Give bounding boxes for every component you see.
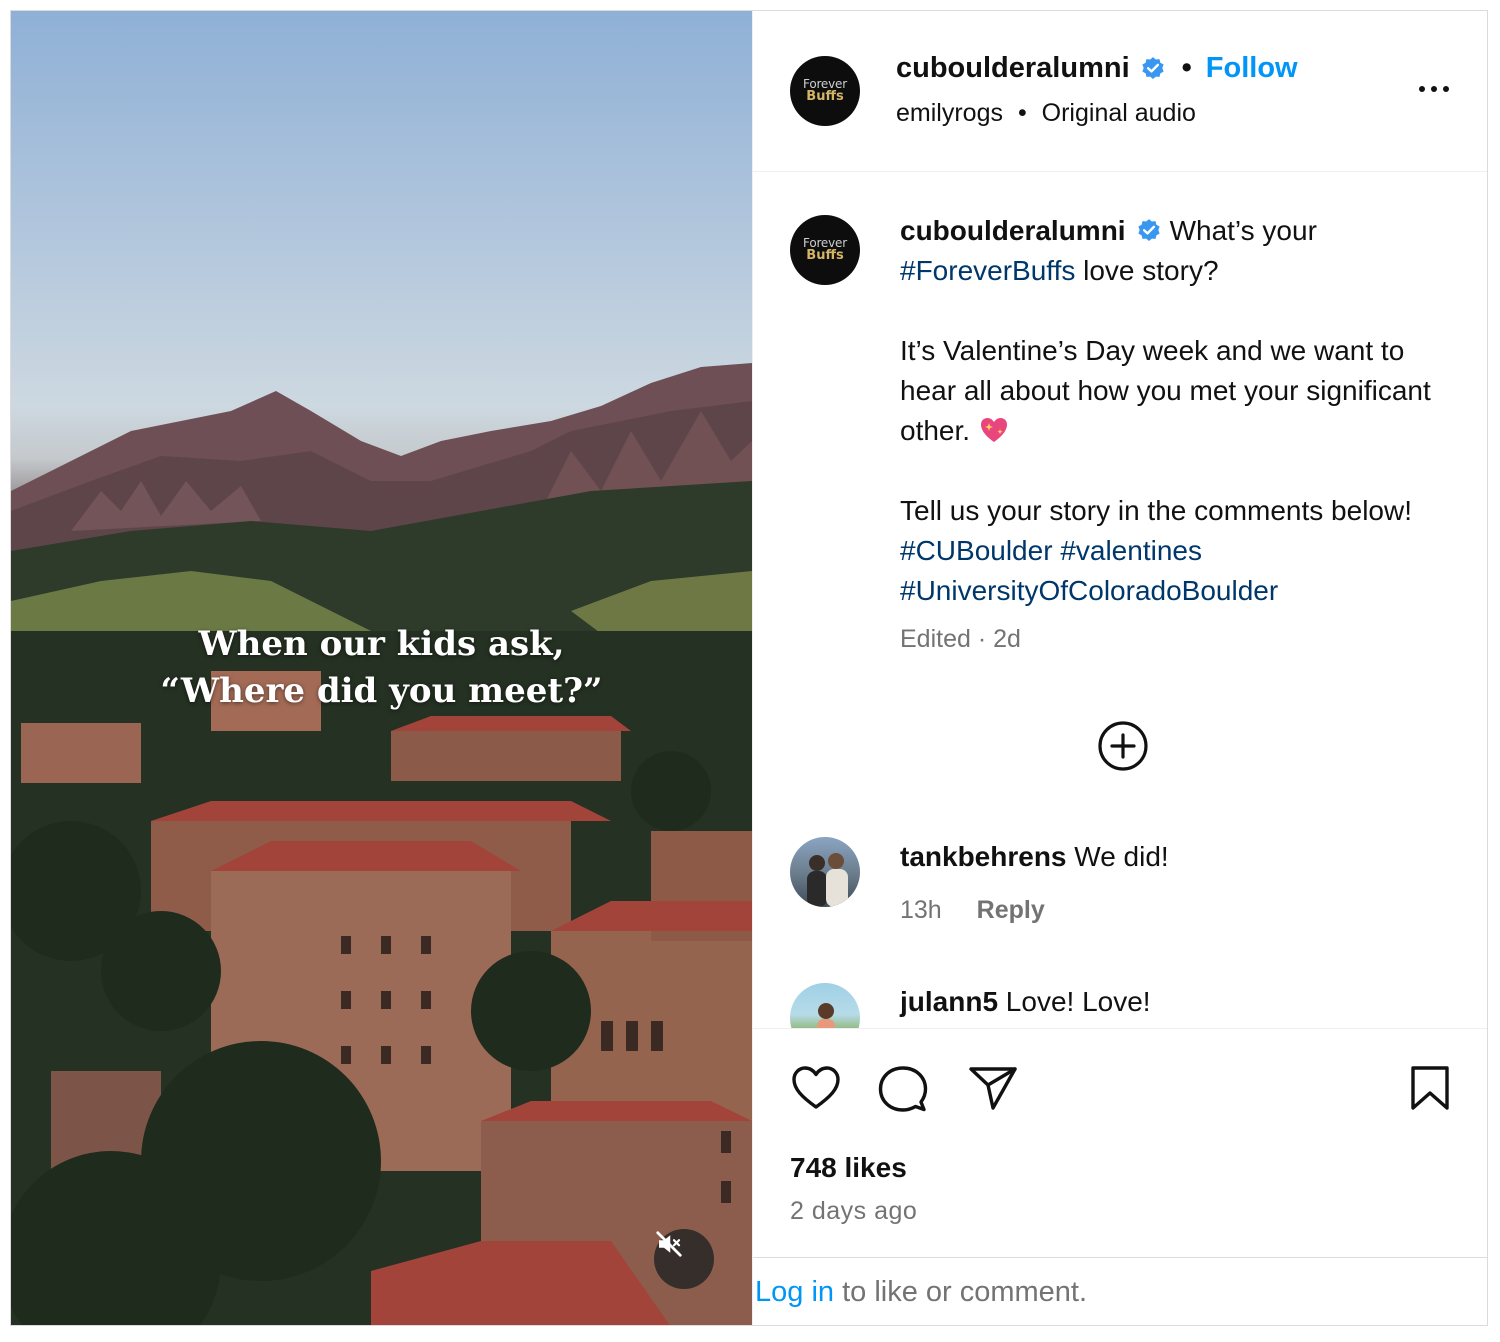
comment-time: 13h bbox=[900, 896, 942, 924]
account-username[interactable]: cuboulderalumni bbox=[896, 52, 1130, 85]
post-video[interactable]: When our kids ask, “Where did you meet?” bbox=[11, 11, 752, 1325]
commenter-photo bbox=[807, 853, 848, 907]
audio-separator: • bbox=[1017, 99, 1027, 127]
like-heart-icon[interactable] bbox=[790, 1064, 842, 1112]
audio-user-link[interactable]: emilyrogs bbox=[896, 99, 1003, 127]
commenter-avatar[interactable] bbox=[790, 837, 860, 907]
video-overlay-line-2: “Where did you meet?” bbox=[160, 671, 603, 711]
instagram-post: When our kids ask, “Where did you meet?”… bbox=[10, 10, 1488, 1326]
caption-text-4: Tell us your story in the comments below… bbox=[900, 495, 1412, 526]
post-header: Forever Buffs cuboulderalumni • Follow e… bbox=[753, 11, 1487, 172]
post-timestamp: 2 days ago bbox=[790, 1197, 918, 1225]
verified-badge-icon bbox=[1142, 56, 1164, 79]
avatar-logo-text-bottom: Buffs bbox=[806, 248, 844, 263]
post-caption: cuboulderalumni What’s your #ForeverBuff… bbox=[900, 211, 1440, 611]
comment-bubble-icon[interactable] bbox=[877, 1064, 929, 1114]
more-options-icon[interactable] bbox=[1414, 74, 1454, 104]
comments-section[interactable]: Forever Buffs cuboulderalumni What’s you… bbox=[753, 173, 1487, 1028]
original-audio-link[interactable]: Original audio bbox=[1042, 99, 1196, 127]
comment-text: Love! Love! bbox=[1005, 986, 1151, 1017]
hashtag-university-of-colorado-boulder[interactable]: #UniversityOfColoradoBoulder bbox=[900, 575, 1278, 606]
login-prompt: Log in to like or comment. bbox=[755, 1276, 1087, 1309]
load-more-comments-icon[interactable] bbox=[1097, 720, 1149, 772]
comment-2: julann5 Love! Love! bbox=[900, 986, 1151, 1018]
caption-avatar[interactable]: Forever Buffs bbox=[790, 215, 860, 285]
caption-text-1: What’s your bbox=[1169, 215, 1317, 246]
post-actions: 748 likes 2 days ago bbox=[753, 1028, 1487, 1258]
caption-second-block: It’s Valentine’s Day week and we want to… bbox=[900, 331, 1440, 451]
likes-count[interactable]: 748 likes bbox=[790, 1152, 907, 1184]
caption-first-block: cuboulderalumni What’s your #ForeverBuff… bbox=[900, 211, 1440, 291]
caption-text-2: love story? bbox=[1083, 255, 1219, 286]
sparkling-heart-icon bbox=[980, 418, 1007, 442]
commenter-photo bbox=[817, 1003, 835, 1028]
video-overlay-line-1: When our kids ask, bbox=[198, 624, 565, 664]
commenter-avatar[interactable] bbox=[790, 983, 860, 1028]
hashtag-valentines[interactable]: #valentines bbox=[1060, 535, 1202, 566]
follow-button[interactable]: Follow bbox=[1206, 52, 1298, 85]
comment-1-meta: 13h Reply bbox=[900, 896, 1045, 925]
comment-1: tankbehrens We did! bbox=[900, 841, 1169, 873]
login-link[interactable]: Log in bbox=[755, 1276, 834, 1308]
comment-username[interactable]: julann5 bbox=[900, 986, 998, 1017]
reply-button[interactable]: Reply bbox=[977, 896, 1045, 924]
verified-badge-icon bbox=[1137, 219, 1160, 241]
account-avatar[interactable]: Forever Buffs bbox=[790, 56, 860, 126]
mute-button[interactable] bbox=[654, 1229, 714, 1289]
avatar-logo-text-bottom: Buffs bbox=[806, 89, 844, 104]
speaker-muted-icon bbox=[656, 1231, 682, 1257]
login-footer: Log in to like or comment. bbox=[753, 1257, 1487, 1325]
caption-username[interactable]: cuboulderalumni bbox=[900, 215, 1126, 246]
caption-third-block: Tell us your story in the comments below… bbox=[900, 491, 1440, 611]
save-bookmark-icon[interactable] bbox=[1408, 1064, 1452, 1112]
header-separator: • bbox=[1181, 52, 1192, 84]
post-details-panel: Forever Buffs cuboulderalumni • Follow e… bbox=[752, 11, 1487, 1325]
header-user-row: cuboulderalumni • Follow bbox=[896, 52, 1298, 85]
caption-edited-time: Edited · 2d bbox=[900, 625, 1021, 653]
audio-info: emilyrogs • Original audio bbox=[896, 99, 1196, 128]
hashtag-foreverbuffs[interactable]: #ForeverBuffs bbox=[900, 255, 1075, 286]
comment-username[interactable]: tankbehrens bbox=[900, 841, 1067, 872]
share-paper-plane-icon[interactable] bbox=[967, 1064, 1019, 1112]
comment-text: We did! bbox=[1074, 841, 1169, 872]
hashtag-cuboulder[interactable]: #CUBoulder bbox=[900, 535, 1053, 566]
login-prompt-text: to like or comment. bbox=[842, 1276, 1088, 1308]
